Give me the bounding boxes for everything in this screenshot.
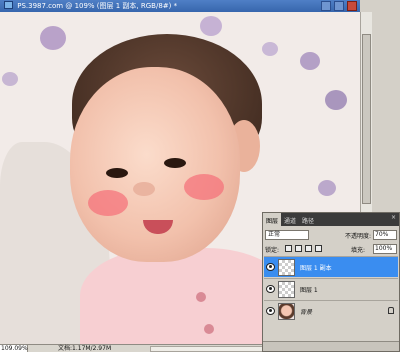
zoom-field[interactable]: 109.09% — [0, 345, 28, 352]
layer-row[interactable]: 图层 1 — [264, 278, 398, 299]
horizontal-scrollbar[interactable] — [150, 346, 270, 352]
layer-name: 背景 — [300, 309, 313, 316]
close-button[interactable] — [347, 1, 357, 11]
lock-position-icon[interactable] — [305, 245, 312, 252]
wallpaper-flower — [325, 90, 347, 110]
fill-input[interactable]: 100% — [373, 244, 397, 254]
baby-eye-right — [164, 158, 186, 168]
wallpaper-flower — [300, 52, 320, 70]
tab-channels[interactable]: 通道 — [281, 213, 299, 226]
visibility-eye-icon[interactable] — [266, 263, 275, 271]
cheek-blush-right — [184, 174, 224, 200]
minimize-button[interactable] — [321, 1, 331, 11]
shirt-button — [196, 292, 206, 302]
tab-layers[interactable]: 图层 — [263, 213, 282, 226]
opacity-label: 不透明度: — [345, 233, 372, 240]
lock-transparency-icon[interactable] — [285, 245, 292, 252]
layer-thumbnail — [278, 303, 295, 320]
layer-thumbnail — [278, 259, 295, 276]
photoshop-icon — [4, 1, 13, 9]
lock-label: 锁定: — [265, 247, 280, 254]
blend-mode-select[interactable]: 正常 — [265, 230, 309, 240]
document-title: PS.3987.com @ 109% (图层 1 副本, RGB/8#) * — [17, 2, 178, 10]
lock-all-icon[interactable] — [315, 245, 322, 252]
lock-pixels-icon[interactable] — [295, 245, 302, 252]
lock-icon — [388, 307, 394, 314]
baby-shirt — [80, 248, 290, 344]
shirt-button — [204, 324, 214, 334]
layer-row[interactable]: 背景 — [264, 300, 398, 321]
panel-bottom-bar — [263, 341, 399, 351]
layers-panel: 图层 通道 路径 × 正常 不透明度: 70% 锁定: 填充: 100% 图层 … — [262, 212, 400, 352]
layer-thumbnail — [278, 281, 295, 298]
document-size[interactable]: 文档:1.17M/2.97M — [58, 345, 111, 352]
panel-tabs: 图层 通道 路径 × — [263, 213, 399, 226]
document-title-bar[interactable]: PS.3987.com @ 109% (图层 1 副本, RGB/8#) * — [0, 0, 360, 12]
baby-eye-left — [106, 168, 128, 178]
photoshop-workspace: PS.3987.com @ 109% (图层 1 副本, RGB/8#) * 1… — [0, 0, 400, 352]
cheek-blush-left — [88, 190, 128, 216]
window-controls — [321, 1, 357, 11]
fill-label: 填充: — [351, 247, 366, 254]
wallpaper-flower — [262, 42, 278, 56]
wallpaper-flower — [200, 16, 222, 36]
opacity-input[interactable]: 70% — [373, 230, 397, 240]
tab-paths[interactable]: 路径 — [299, 213, 317, 226]
layer-row[interactable]: 图层 1 副本 — [264, 256, 398, 277]
visibility-eye-icon[interactable] — [266, 285, 275, 293]
wallpaper-flower — [2, 72, 18, 86]
layer-name: 图层 1 — [300, 287, 318, 294]
baby-nose — [133, 182, 155, 196]
wallpaper-flower — [318, 180, 336, 196]
visibility-eye-icon[interactable] — [266, 307, 275, 315]
layer-name: 图层 1 副本 — [300, 265, 332, 272]
panel-close-icon[interactable]: × — [391, 214, 396, 221]
wallpaper-flower — [40, 26, 66, 50]
blend-row: 正常 不透明度: 70% — [265, 230, 397, 240]
lock-row: 锁定: 填充: 100% — [265, 244, 397, 254]
maximize-button[interactable] — [334, 1, 344, 11]
vertical-scroll-thumb[interactable] — [362, 34, 371, 204]
